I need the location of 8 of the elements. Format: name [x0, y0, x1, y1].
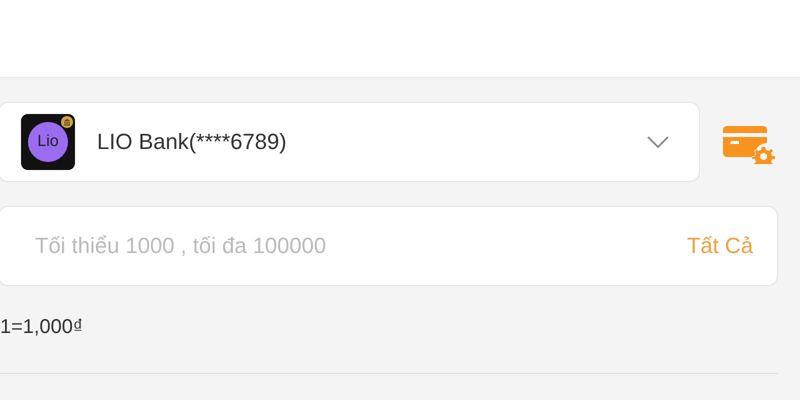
exchange-rate: 1=1,000₫	[0, 316, 84, 339]
all-button[interactable]: Tất Cả	[686, 233, 753, 259]
bank-name: LIO Bank(****6789)	[97, 129, 288, 155]
chevron-down-icon	[647, 136, 669, 148]
bank-icon	[61, 116, 73, 128]
bank-select[interactable]: Lio LIO Bank(****6789)	[0, 102, 700, 182]
bank-logo: Lio	[21, 114, 75, 170]
amount-field[interactable]: Tối thiểu 1000 , tối đa 100000 Tất Cả	[0, 206, 778, 286]
